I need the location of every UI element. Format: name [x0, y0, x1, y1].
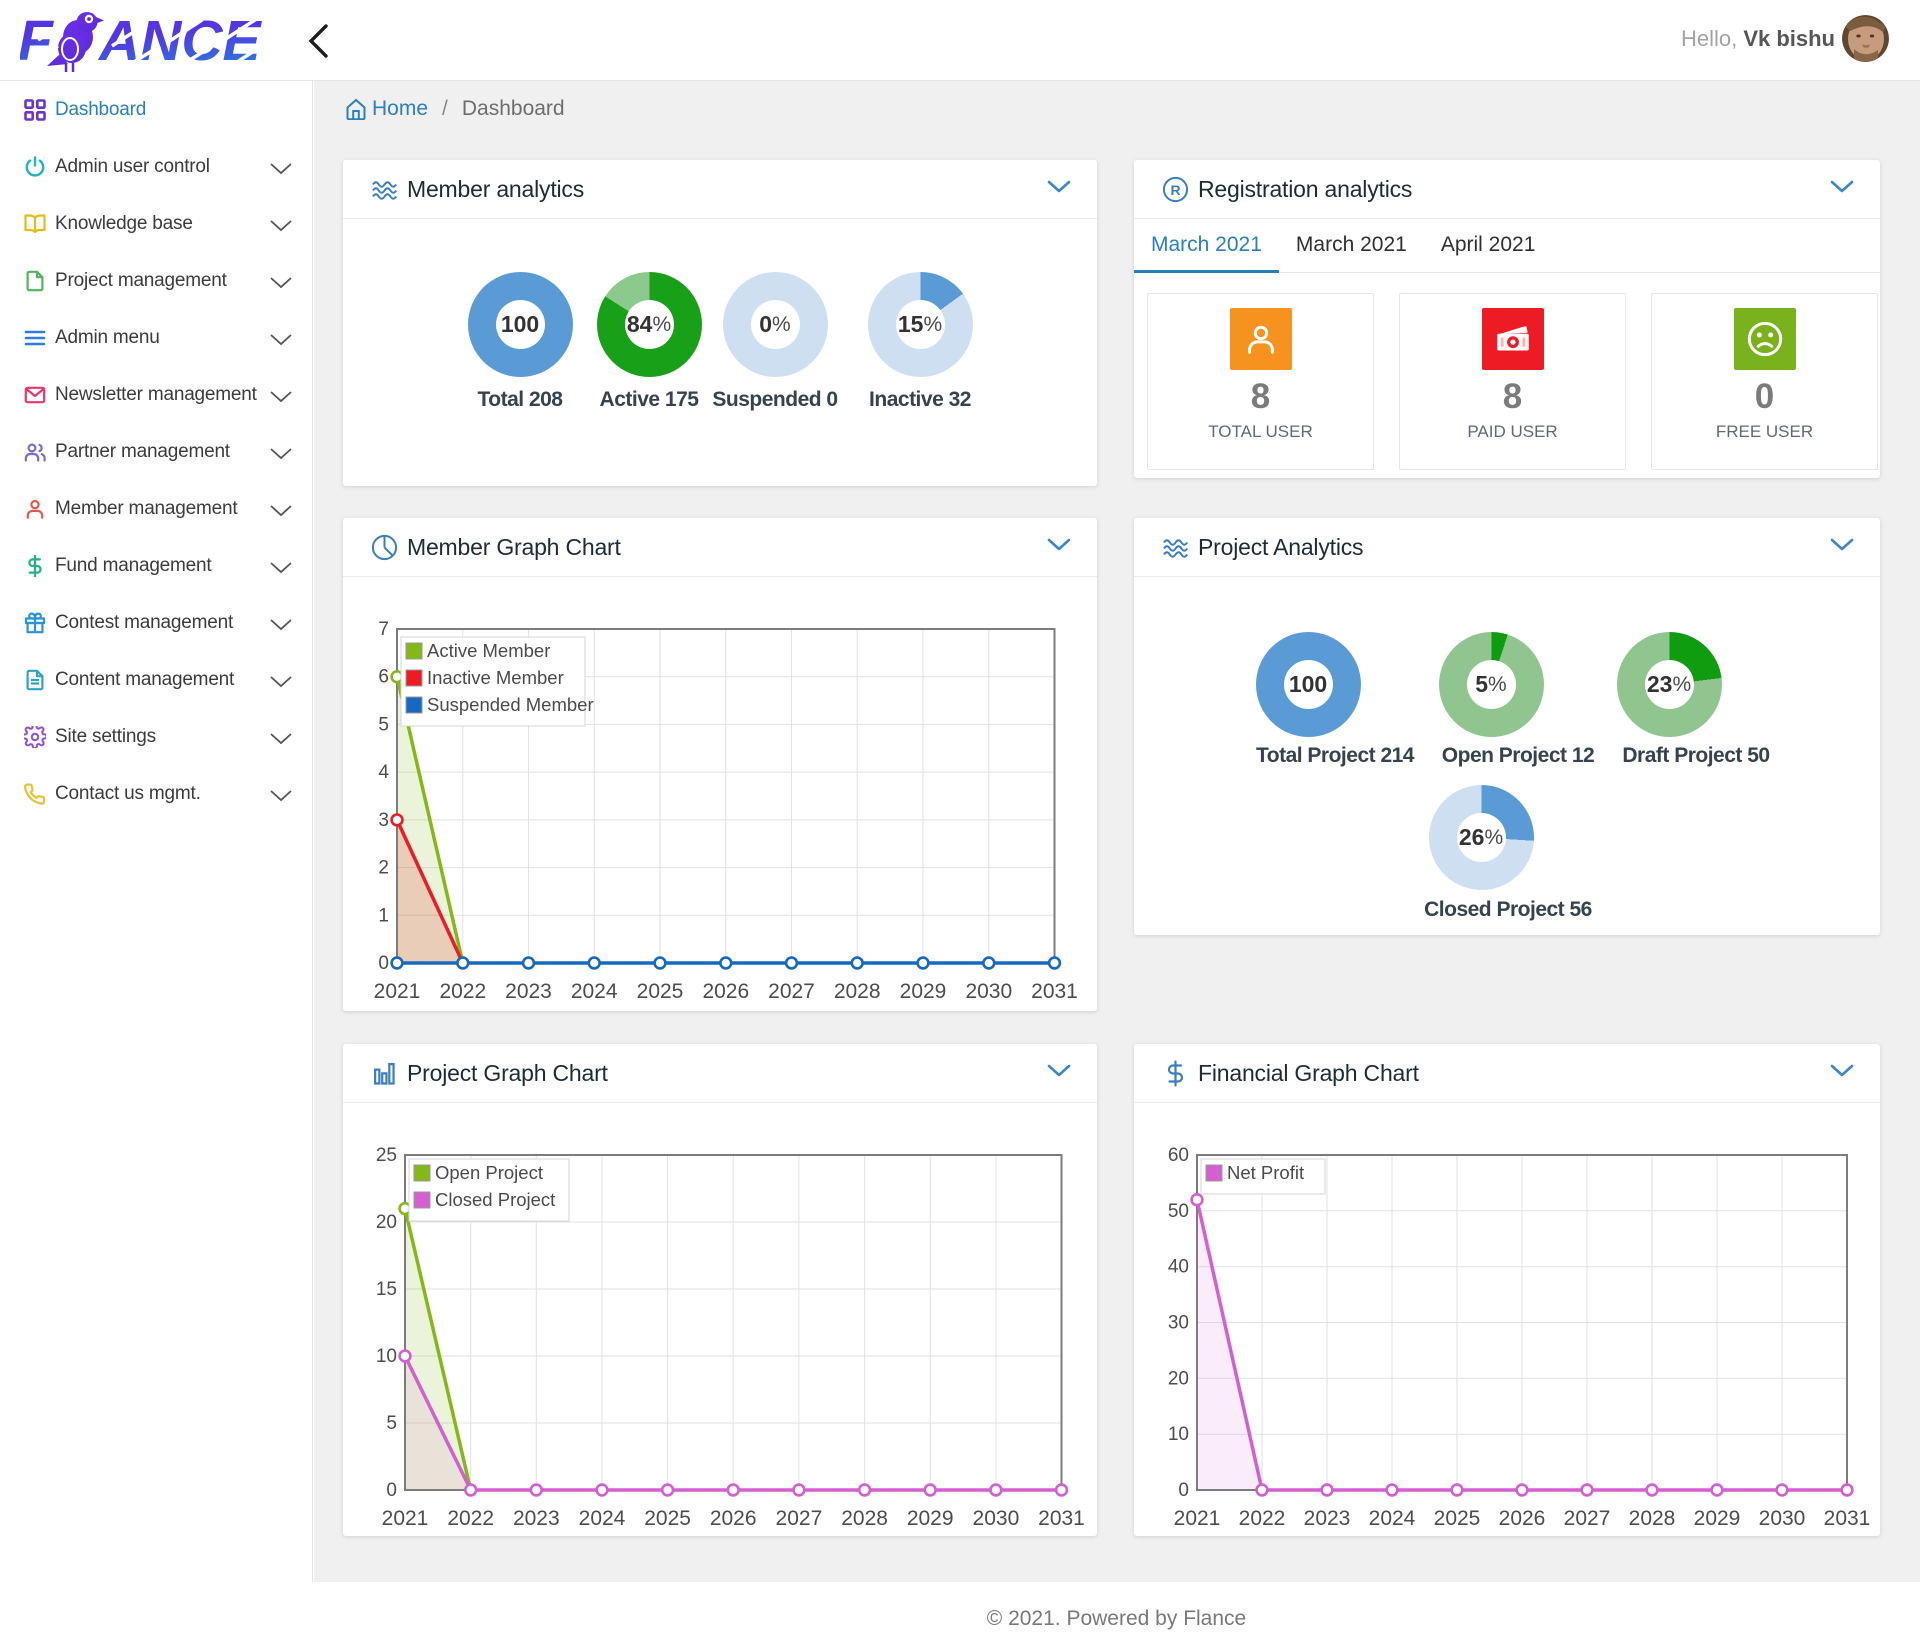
- svg-text:50: 50: [1168, 1201, 1189, 1222]
- svg-text:2029: 2029: [1694, 1507, 1741, 1530]
- svg-text:2027: 2027: [1564, 1507, 1611, 1530]
- svg-text:2028: 2028: [834, 980, 881, 1003]
- svg-text:10: 10: [1168, 1424, 1189, 1445]
- svg-text:2030: 2030: [973, 1507, 1020, 1530]
- svg-text:2023: 2023: [1304, 1507, 1351, 1530]
- svg-text:Net Profit: Net Profit: [1227, 1162, 1304, 1183]
- svg-text:2021: 2021: [382, 1507, 429, 1530]
- svg-text:2027: 2027: [768, 980, 815, 1003]
- svg-text:2028: 2028: [841, 1507, 888, 1530]
- svg-text:2025: 2025: [637, 980, 684, 1003]
- svg-text:2027: 2027: [776, 1507, 823, 1530]
- svg-text:20: 20: [1168, 1368, 1189, 1389]
- svg-text:2025: 2025: [644, 1507, 691, 1530]
- svg-text:60: 60: [1168, 1145, 1189, 1166]
- svg-text:2021: 2021: [374, 980, 421, 1003]
- svg-text:40: 40: [1168, 1257, 1189, 1278]
- svg-text:15: 15: [376, 1279, 397, 1300]
- svg-text:2031: 2031: [1031, 980, 1078, 1003]
- svg-text:2023: 2023: [513, 1507, 560, 1530]
- svg-text:Open Project: Open Project: [435, 1162, 543, 1183]
- svg-text:2026: 2026: [710, 1507, 757, 1530]
- svg-text:Active Member: Active Member: [427, 640, 550, 661]
- svg-text:Closed Project: Closed Project: [435, 1189, 555, 1210]
- svg-text:0: 0: [1178, 1480, 1189, 1501]
- svg-text:5: 5: [386, 1413, 397, 1434]
- svg-text:4: 4: [378, 762, 389, 783]
- svg-text:2022: 2022: [447, 1507, 494, 1530]
- svg-text:2031: 2031: [1824, 1507, 1871, 1530]
- svg-text:2021: 2021: [1174, 1507, 1221, 1530]
- svg-text:1: 1: [378, 905, 389, 926]
- svg-text:20: 20: [376, 1212, 397, 1233]
- svg-text:2024: 2024: [571, 980, 618, 1003]
- svg-text:2022: 2022: [439, 980, 486, 1003]
- svg-text:Suspended Member: Suspended Member: [427, 694, 594, 715]
- svg-text:2026: 2026: [702, 980, 749, 1003]
- svg-text:2022: 2022: [1239, 1507, 1286, 1530]
- svg-text:25: 25: [376, 1145, 397, 1166]
- svg-text:30: 30: [1168, 1313, 1189, 1334]
- svg-text:2: 2: [378, 858, 389, 879]
- svg-text:2024: 2024: [1369, 1507, 1416, 1530]
- svg-text:6: 6: [378, 667, 389, 688]
- svg-text:2023: 2023: [505, 980, 552, 1003]
- svg-text:7: 7: [378, 619, 389, 640]
- svg-text:R: R: [1170, 182, 1180, 198]
- svg-text:2029: 2029: [900, 980, 947, 1003]
- svg-text:2030: 2030: [1759, 1507, 1806, 1530]
- svg-text:2030: 2030: [965, 980, 1012, 1003]
- svg-text:Inactive Member: Inactive Member: [427, 667, 564, 688]
- svg-text:0: 0: [386, 1480, 397, 1501]
- svg-text:0: 0: [378, 953, 389, 974]
- svg-text:2025: 2025: [1434, 1507, 1481, 1530]
- svg-text:3: 3: [378, 810, 389, 831]
- svg-text:2029: 2029: [907, 1507, 954, 1530]
- svg-text:10: 10: [376, 1346, 397, 1367]
- svg-text:2028: 2028: [1629, 1507, 1676, 1530]
- svg-text:2031: 2031: [1038, 1507, 1085, 1530]
- svg-text:5: 5: [378, 714, 389, 735]
- svg-text:F: F: [20, 9, 55, 73]
- svg-text:2024: 2024: [579, 1507, 626, 1530]
- svg-text:2026: 2026: [1499, 1507, 1546, 1530]
